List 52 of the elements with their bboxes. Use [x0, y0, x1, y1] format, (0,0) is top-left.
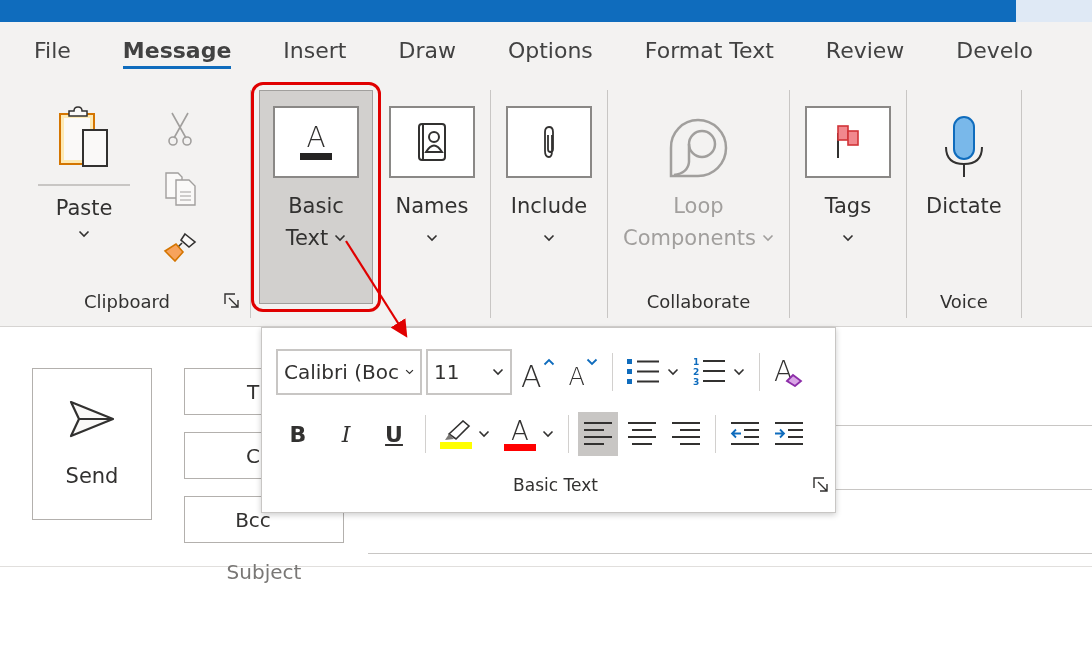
dictate-button[interactable]: Dictate	[921, 90, 1006, 222]
paste-icon	[59, 106, 109, 168]
microphone-icon	[943, 116, 984, 178]
font-letter: A	[306, 124, 326, 152]
shrink-font-button[interactable]: A	[563, 350, 603, 394]
tags-button[interactable]: Tags	[804, 90, 891, 254]
text-style-button[interactable]: B	[276, 412, 320, 456]
font-size-dropdown[interactable]: 11	[426, 349, 512, 395]
grow-font-button[interactable]: A	[516, 350, 560, 394]
loop-icon	[668, 118, 729, 178]
align-left-icon	[583, 421, 613, 447]
caret-icon	[542, 358, 555, 366]
format-painter-icon	[163, 232, 197, 262]
text-style-button[interactable]: I	[324, 412, 368, 456]
scissors-icon	[168, 112, 192, 146]
text-style-button[interactable]: U	[372, 412, 416, 456]
ribbon-tab[interactable]: Format Text	[644, 33, 774, 69]
increase-indent-icon	[774, 421, 804, 447]
caret-icon	[404, 368, 414, 376]
caret-icon	[78, 230, 90, 238]
ribbon-tab[interactable]: Review	[825, 33, 905, 69]
names-button[interactable]: Names	[389, 90, 475, 254]
group-label: Collaborate	[646, 290, 751, 312]
caret-icon	[585, 358, 598, 366]
ribbon-tab[interactable]: Develo	[956, 33, 1033, 69]
copy-icon	[164, 172, 196, 206]
caret-icon	[492, 368, 504, 376]
include-button[interactable]: Include	[506, 90, 592, 254]
contact-book-icon	[418, 123, 446, 161]
align-right-icon	[671, 421, 701, 447]
paste-button[interactable]: Paste	[38, 90, 130, 238]
ribbon-tab[interactable]: Insert	[283, 33, 347, 69]
ribbon-tab[interactable]: File	[34, 33, 71, 69]
group-label: Voice	[939, 290, 988, 312]
panel-title: Basic Text	[513, 475, 598, 495]
numbering-button[interactable]: 1 2 3	[687, 350, 750, 394]
font-color-bar	[300, 153, 332, 160]
subject-label: Subject	[225, 560, 303, 584]
align-left-button[interactable]	[578, 412, 618, 456]
font-color-button[interactable]: A	[499, 412, 559, 456]
font-name-dropdown[interactable]: Calibri (Boc	[276, 349, 422, 395]
bullet-list-icon	[626, 358, 661, 386]
ribbon-tab[interactable]: Message	[122, 33, 232, 69]
flag-icon	[835, 125, 860, 159]
basic-text-button[interactable]: A Basic Text	[259, 90, 373, 304]
decrease-indent-icon	[730, 421, 760, 447]
group-label: Clipboard	[84, 290, 170, 312]
ribbon-tab[interactable]: Options	[507, 33, 593, 69]
send-button[interactable]: Send	[32, 368, 152, 520]
ribbon-tab[interactable]: Draw	[398, 33, 456, 69]
align-center-icon	[627, 421, 657, 447]
send-icon	[69, 400, 115, 438]
